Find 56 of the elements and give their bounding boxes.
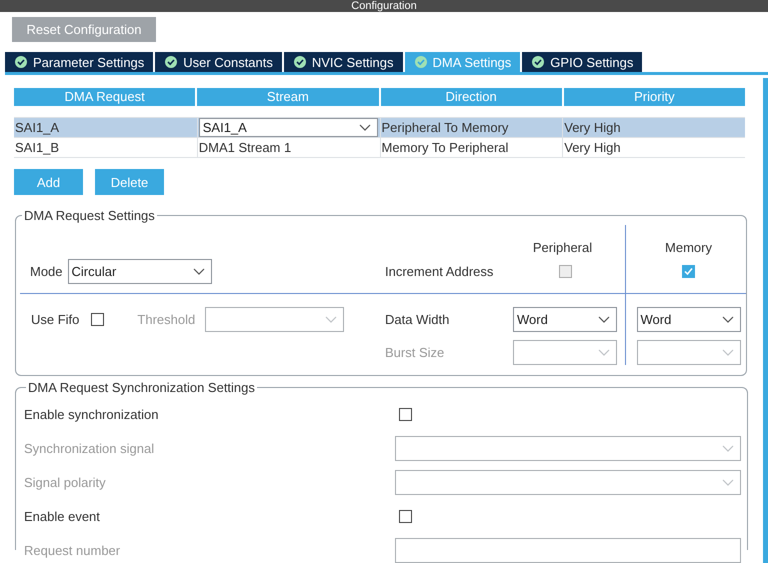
check-circle-icon	[294, 56, 306, 68]
field-label: Request number	[24, 542, 122, 558]
field-label: Synchronization signal	[24, 440, 156, 456]
chevron-icon	[722, 444, 734, 452]
table-cell: Memory To Peripheral	[380, 138, 562, 157]
chevron-icon	[192, 268, 205, 275]
field-label: Enable synchronization	[24, 406, 160, 422]
field-label: Enable event	[24, 508, 101, 524]
table-row[interactable]: SAI1_A SAI1_A Peripheral To Memory Very High	[14, 118, 745, 138]
chevron-icon	[722, 478, 734, 486]
checkbox[interactable]	[91, 312, 104, 326]
field-label: Signal polarity	[24, 474, 107, 490]
tab[interactable]: Parameter Settings	[5, 52, 154, 72]
table-cell: Very High	[562, 118, 745, 137]
chevron-icon	[722, 316, 734, 322]
tab[interactable]: GPIO Settings	[522, 52, 642, 72]
panel-title: DMA Request Synchronization Settings	[27, 380, 256, 395]
data-width-dropdown[interactable]: Word	[636, 306, 740, 332]
data-width-dropdown[interactable]: Word	[513, 306, 617, 332]
mode-dropdown[interactable]: Circular	[68, 259, 212, 284]
window-title: Configuration	[0, 0, 768, 12]
check-circle-icon	[165, 56, 178, 68]
field-label: Mode	[30, 264, 63, 279]
check-circle-icon	[414, 56, 427, 68]
tab[interactable]: NVIC Settings	[284, 52, 403, 72]
table-cell: Very High	[562, 138, 745, 157]
chevron-icon	[325, 316, 338, 322]
table-cell: Peripheral To Memory	[380, 118, 562, 137]
table-cell: DMA1 Stream 1	[196, 138, 380, 157]
field-label: Increment Address	[385, 264, 494, 279]
column-header: Priority	[564, 88, 745, 106]
chevron-icon	[358, 124, 370, 131]
panel-title: DMA Request Settings	[23, 208, 156, 223]
column-header: Direction	[380, 88, 562, 106]
field-label: Burst Size	[385, 344, 446, 360]
checkbox[interactable]	[399, 408, 412, 420]
check-circle-icon	[15, 56, 27, 68]
field-label: Use Fifo	[31, 312, 80, 326]
chevron-icon	[722, 348, 734, 356]
field-label: Threshold	[137, 312, 196, 326]
table-cell-text: SAI1_A	[14, 119, 60, 137]
field-label: Data Width	[385, 312, 450, 326]
column-header: Stream	[197, 88, 378, 106]
checkbox[interactable]	[682, 265, 695, 278]
stream-dropdown[interactable]: SAI1_A	[198, 118, 378, 137]
chevron-icon	[598, 316, 610, 322]
tab[interactable]: User Constants	[155, 52, 282, 72]
column-header: DMA Request	[14, 88, 196, 106]
column-header: Memory	[664, 240, 713, 255]
column-header: Peripheral	[532, 240, 594, 255]
checkbox[interactable]	[399, 510, 412, 522]
table-row[interactable]: SAI1_B DMA1 Stream 1 Memory To Peripheral Very High	[14, 138, 745, 158]
chevron-icon	[598, 348, 610, 356]
table-cell-text: SAI1_B	[14, 139, 60, 157]
check-circle-icon	[532, 56, 544, 68]
scrollbar[interactable]	[763, 78, 768, 563]
